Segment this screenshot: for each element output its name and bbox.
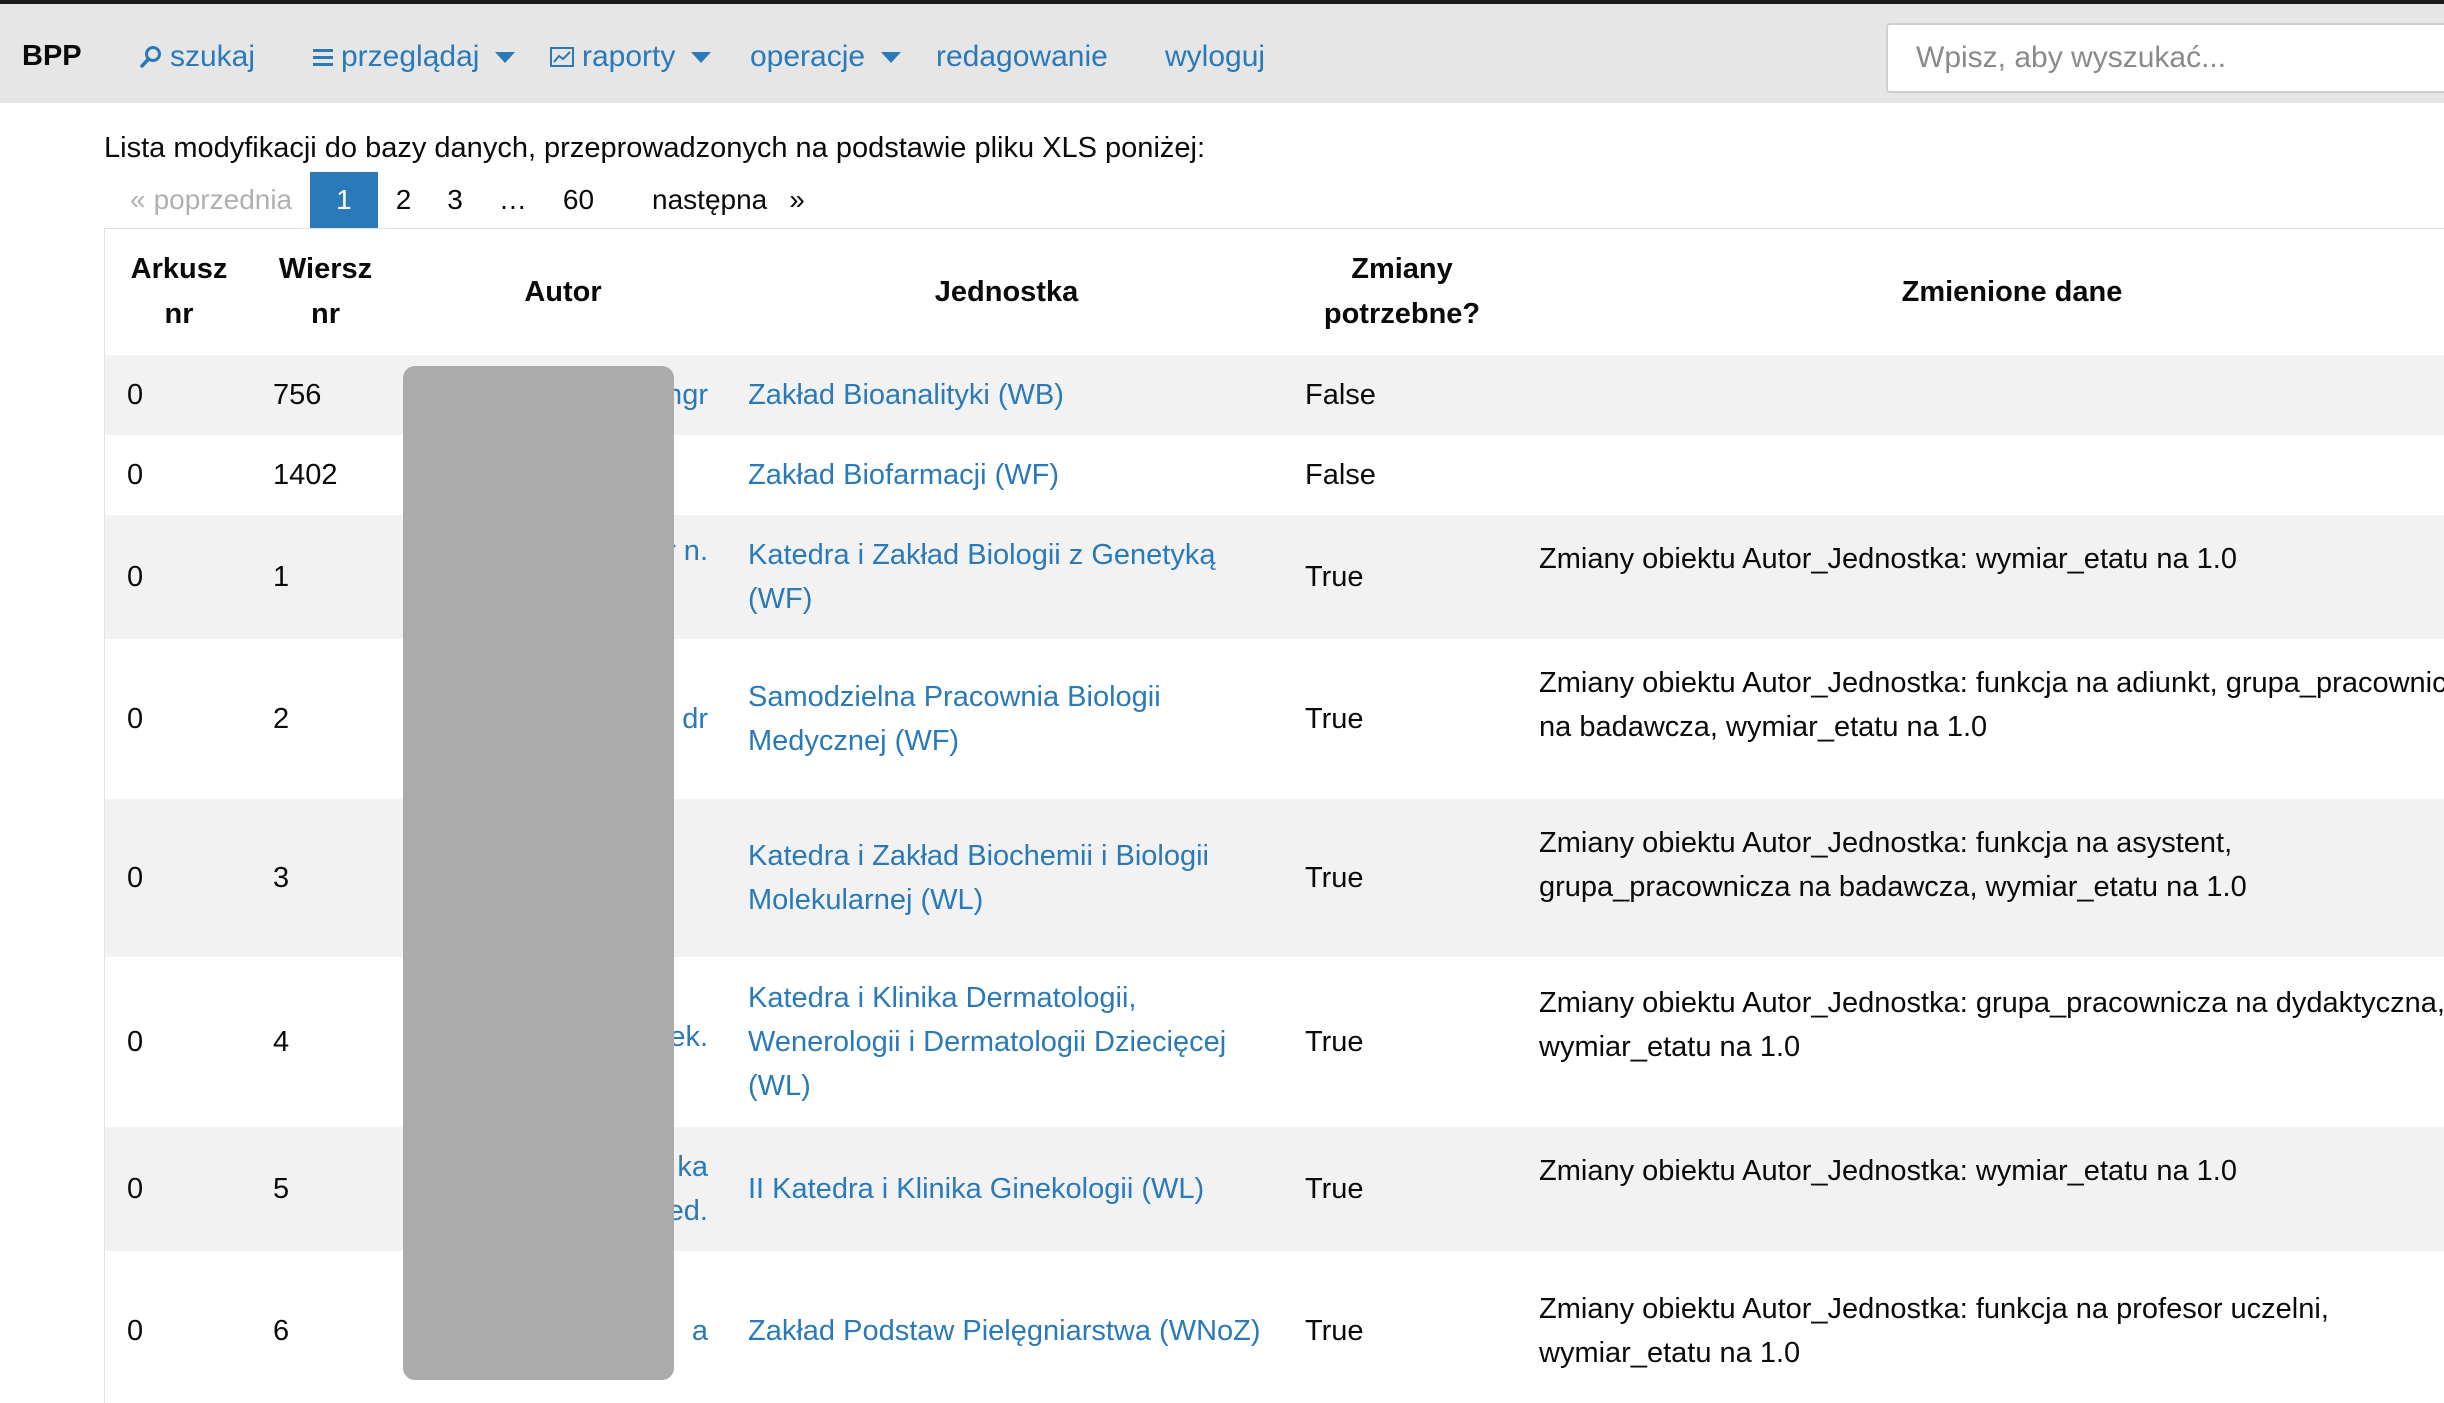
- nav-search-label: szukaj: [170, 40, 256, 73]
- nav-logout-label: wyloguj: [1165, 40, 1266, 73]
- cell-sheet: 0: [105, 639, 253, 799]
- cell-row: 1: [253, 515, 398, 639]
- unit-link[interactable]: Katedra i Zakład Biologii z Genetyką (WF…: [748, 539, 1215, 615]
- nav-operations[interactable]: operacje: [750, 40, 902, 74]
- cell-sheet: 0: [105, 435, 253, 515]
- cell-sheet: 0: [105, 957, 253, 1127]
- cell-row: 5: [253, 1127, 398, 1251]
- cell-row: 2: [253, 639, 398, 799]
- pagination-next[interactable]: następna »: [612, 172, 831, 228]
- cell-changes-needed: True: [1285, 515, 1519, 639]
- nav-browse-label: przeglądaj: [341, 40, 480, 73]
- redaction-overlay: [403, 366, 674, 1380]
- cell-row: 6: [253, 1251, 398, 1403]
- nav-editing-label: redagowanie: [936, 40, 1108, 73]
- nav-reports-label: raporty: [582, 40, 676, 73]
- pagination-ellipsis: …: [498, 184, 527, 215]
- cell-sheet: 0: [105, 515, 253, 639]
- cell-row: 756: [253, 355, 398, 435]
- brand-logo[interactable]: BPP: [22, 40, 82, 73]
- nav-search[interactable]: szukaj: [140, 40, 255, 74]
- header-unit: Jednostka: [934, 275, 1079, 308]
- cell-row: 4: [253, 957, 398, 1127]
- cell-changed-data: Zmiany obiektu Autor_Jednostka: wymiar_e…: [1519, 1127, 2444, 1251]
- pagination-page-3[interactable]: 3: [429, 172, 481, 228]
- table-header-row: Arkusz nr Wiersz nr Autor Jednostka Zmia…: [105, 229, 2444, 355]
- nav-browse[interactable]: przeglądaj: [313, 40, 516, 74]
- double-right-arrow-icon: »: [789, 184, 805, 215]
- pagination-prev-label: poprzednia: [153, 184, 293, 215]
- cell-sheet: 0: [105, 1127, 253, 1251]
- cell-sheet: 0: [105, 355, 253, 435]
- unit-link[interactable]: Katedra i Klinika Dermatologii, Wenerolo…: [748, 982, 1226, 1102]
- pagination-prev: « poprzednia: [104, 172, 310, 228]
- cell-changes-needed: True: [1285, 1251, 1519, 1403]
- nav-editing[interactable]: redagowanie: [936, 40, 1108, 74]
- cell-changed-data: [1519, 435, 2444, 515]
- pagination-page-60[interactable]: 60: [545, 172, 612, 228]
- cell-changed-data: Zmiany obiektu Autor_Jednostka: funkcja …: [1519, 1251, 2444, 1403]
- double-left-arrow-icon: «: [130, 184, 146, 215]
- pagination: « poprzednia 1 2 3 … 60 następna »: [104, 172, 831, 228]
- caret-down-icon: [881, 51, 902, 63]
- pagination-page-1[interactable]: 1: [310, 172, 378, 228]
- header-sheet: Arkusz nr: [130, 253, 228, 330]
- header-changed-data: Zmienione dane: [1901, 275, 2123, 308]
- caret-down-icon: [495, 51, 516, 63]
- cell-changes-needed: True: [1285, 1127, 1519, 1251]
- unit-link[interactable]: Zakład Bioanalityki (WB): [748, 379, 1064, 411]
- cell-changed-data: [1519, 355, 2444, 435]
- caret-down-icon: [691, 51, 712, 63]
- search-input[interactable]: [1886, 23, 2444, 93]
- top-navbar: BPP szukaj przeglądaj raporty operacje r…: [0, 0, 2444, 103]
- header-author: Autor: [524, 275, 602, 308]
- cell-changes-needed: True: [1285, 639, 1519, 799]
- header-row: Wiersz nr: [278, 253, 373, 330]
- cell-sheet: 0: [105, 1251, 253, 1403]
- unit-link[interactable]: Zakład Podstaw Pielęgniarstwa (WNoZ): [748, 1315, 1261, 1347]
- pagination-page-2[interactable]: 2: [378, 172, 430, 228]
- chart-icon: [550, 47, 574, 67]
- unit-link[interactable]: II Katedra i Klinika Ginekologii (WL): [748, 1173, 1204, 1205]
- cell-row: 1402: [253, 435, 398, 515]
- cell-changes-needed: True: [1285, 957, 1519, 1127]
- unit-link[interactable]: Samodzielna Pracownia Biologii Medycznej…: [748, 681, 1161, 757]
- magnifier-icon: [140, 45, 162, 69]
- author-link[interactable]: a: [692, 1315, 708, 1347]
- cell-changed-data: Zmiany obiektu Autor_Jednostka: funkcja …: [1519, 639, 2444, 799]
- cell-changes-needed: False: [1285, 355, 1519, 435]
- cell-changed-data: Zmiany obiektu Autor_Jednostka: funkcja …: [1519, 799, 2444, 957]
- unit-link[interactable]: Katedra i Zakład Biochemii i Biologii Mo…: [748, 840, 1209, 916]
- cell-changed-data: Zmiany obiektu Autor_Jednostka: wymiar_e…: [1519, 515, 2444, 639]
- cell-changes-needed: True: [1285, 799, 1519, 957]
- cell-row: 3: [253, 799, 398, 957]
- nav-operations-label: operacje: [750, 40, 866, 73]
- page-intro-text: Lista modyfikacji do bazy danych, przepr…: [104, 132, 1206, 164]
- list-icon: [313, 47, 333, 67]
- author-link[interactable]: ek.: [669, 1021, 708, 1053]
- cell-changed-data: Zmiany obiektu Autor_Jednostka: grupa_pr…: [1519, 957, 2444, 1127]
- cell-changes-needed: False: [1285, 435, 1519, 515]
- pagination-next-label: następna: [652, 184, 768, 215]
- header-changes-needed: Zmiany potrzebne?: [1323, 253, 1481, 330]
- cell-sheet: 0: [105, 799, 253, 957]
- unit-link[interactable]: Zakład Biofarmacji (WF): [748, 459, 1059, 491]
- nav-logout[interactable]: wyloguj: [1165, 40, 1265, 74]
- nav-reports[interactable]: raporty: [550, 40, 712, 74]
